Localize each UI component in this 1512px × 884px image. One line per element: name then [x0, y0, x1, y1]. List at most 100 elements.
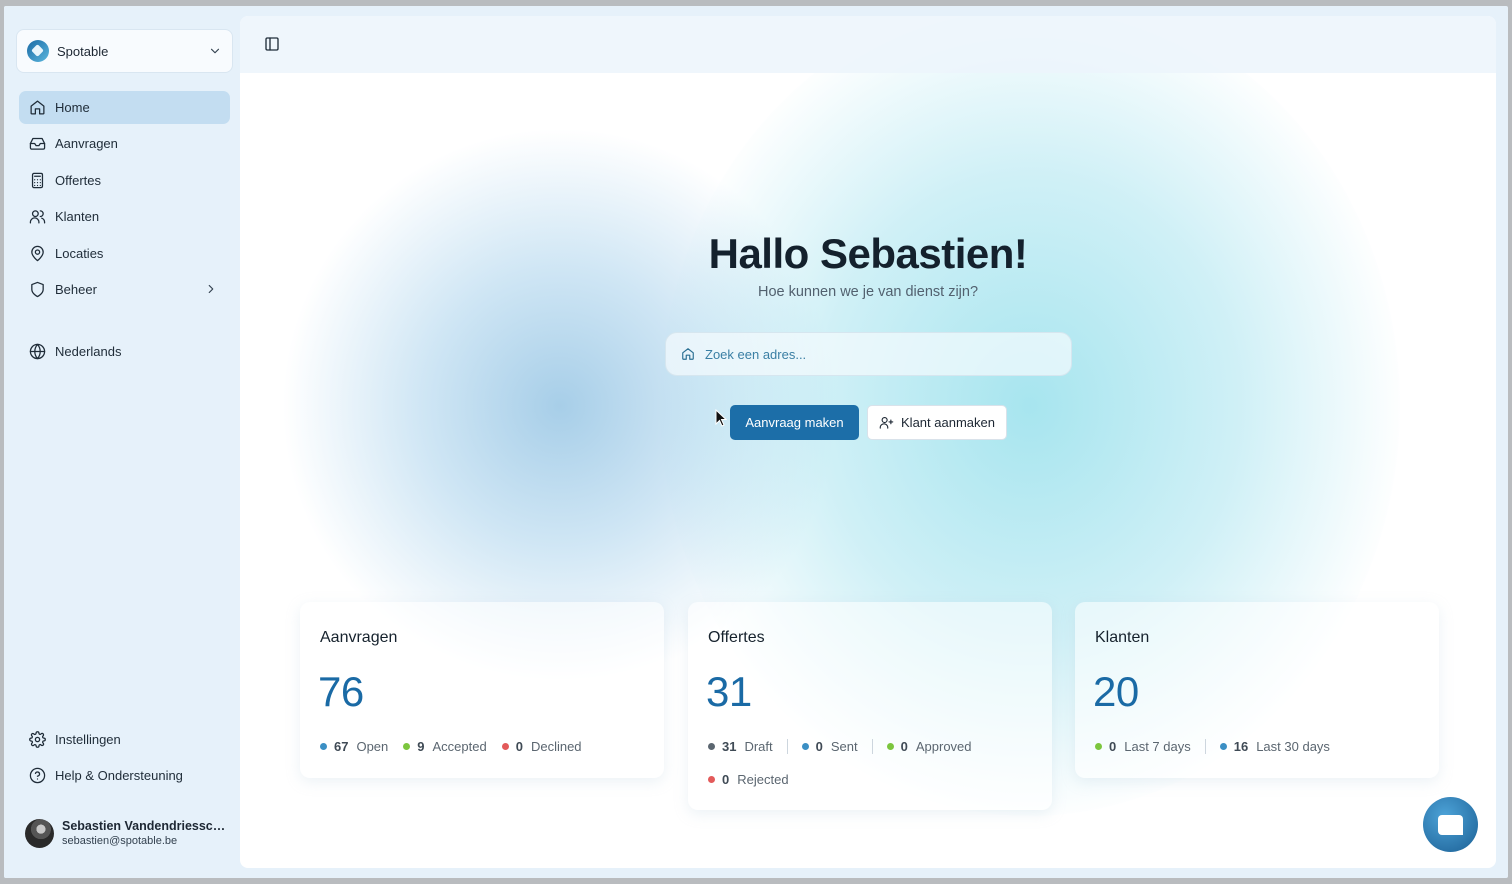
- shield-icon: [31, 281, 44, 298]
- stat-count: 0: [722, 772, 730, 787]
- sidebar-toggle-icon[interactable]: [264, 36, 280, 52]
- sidebar-item-label: Klanten: [55, 209, 100, 225]
- stat-label: Declined: [530, 739, 582, 754]
- stat-count: 0: [815, 739, 823, 754]
- calculator-icon: [31, 172, 44, 189]
- create-client-button[interactable]: Klant aanmaken: [867, 405, 1007, 440]
- sidebar-item-label: Offertes: [55, 172, 102, 188]
- sidebar: Spotable Home Aanvragen Offertes Klanten: [4, 6, 240, 878]
- stat-card-klanten[interactable]: Klanten 20 0 Last 7 days 16 Last 30 days: [1075, 602, 1439, 778]
- card-stats: 67 Open 9 Accepted 0 Declined: [320, 739, 654, 754]
- sidebar-item-offertes[interactable]: Offertes: [19, 164, 230, 197]
- sidebar-item-label: Help & Ondersteuning: [55, 768, 183, 784]
- card-stats: 31 Draft 0 Sent 0 Approved 0 Rejected: [708, 739, 1042, 787]
- mouse-cursor-icon: [715, 409, 727, 427]
- user-profile[interactable]: Sebastien Vandendriessche sebastien@spot…: [25, 816, 230, 850]
- stat-label: Rejected: [737, 772, 789, 787]
- stat-label: Last 7 days: [1124, 739, 1191, 754]
- home-icon: [682, 348, 694, 360]
- stat-last-30-days: 16 Last 30 days: [1219, 739, 1330, 754]
- status-dot: [708, 743, 715, 750]
- help-circle-icon: [29, 768, 46, 784]
- globe-icon: [29, 343, 46, 360]
- gear-icon: [29, 731, 46, 748]
- status-dot: [320, 743, 327, 750]
- sidebar-item-label: Locaties: [55, 245, 104, 261]
- team-name: Spotable: [57, 43, 109, 59]
- card-value: 76: [318, 668, 364, 715]
- card-title: Aanvragen: [320, 629, 398, 646]
- language-selector[interactable]: Nederlands: [19, 335, 230, 368]
- create-request-button[interactable]: Aanvraag maken: [730, 405, 859, 440]
- status-dot: [403, 743, 411, 750]
- chat-bubble-icon: [1438, 814, 1463, 835]
- stat-label: Accepted: [432, 739, 487, 754]
- stat-count: 0: [1109, 739, 1117, 754]
- sidebar-item-klanten[interactable]: Klanten: [19, 200, 230, 233]
- sidebar-item-help[interactable]: Help & Ondersteuning: [19, 759, 230, 792]
- team-switcher[interactable]: Spotable: [16, 29, 233, 73]
- user-plus-icon: [879, 416, 894, 429]
- chat-support-button[interactable]: [1423, 797, 1478, 852]
- stat-open: 67 Open: [320, 739, 388, 754]
- map-pin-icon: [31, 245, 44, 261]
- user-email: sebastien@spotable.be: [62, 835, 178, 847]
- sidebar-item-label: Aanvragen: [55, 136, 118, 152]
- stat-sent: 0 Sent: [801, 739, 873, 754]
- stat-count: 0: [515, 739, 523, 754]
- stat-rejected: 0 Rejected: [708, 772, 789, 787]
- chevron-right-icon: [208, 285, 214, 294]
- stat-accepted: 9 Accepted: [403, 739, 487, 754]
- stat-approved: 0 Approved: [886, 739, 972, 754]
- stat-count: 67: [334, 739, 349, 754]
- stat-count: 31: [722, 739, 737, 754]
- status-dot: [501, 743, 509, 750]
- app-window: Spotable Home Aanvragen Offertes Klanten: [4, 6, 1508, 878]
- sidebar-item-settings[interactable]: Instellingen: [19, 723, 230, 756]
- sidebar-item-beheer[interactable]: Beheer: [19, 273, 230, 306]
- stat-label: Approved: [915, 739, 972, 754]
- stat-card-aanvragen[interactable]: Aanvragen 76 67 Open 9 Accepted 0 Declin…: [300, 602, 664, 778]
- inbox-icon: [29, 138, 46, 151]
- user-name: Sebastien Vandendriessche: [62, 819, 227, 833]
- sidebar-item-aanvragen[interactable]: Aanvragen: [19, 127, 230, 160]
- status-dot: [886, 743, 894, 750]
- chevron-down-icon: [210, 48, 220, 54]
- stat-count: 16: [1233, 739, 1249, 754]
- card-value: 31: [706, 668, 752, 715]
- stat-draft: 31 Draft: [708, 739, 788, 754]
- create-client-label: Klant aanmaken: [901, 415, 995, 430]
- sidebar-item-label: Home: [55, 100, 90, 115]
- stat-declined: 0 Declined: [501, 739, 582, 754]
- stat-last-7-days: 0 Last 7 days: [1095, 739, 1206, 754]
- status-dot: [708, 776, 715, 783]
- users-icon: [29, 210, 46, 224]
- stat-label: Open: [356, 739, 389, 754]
- search-input[interactable]: [705, 346, 1045, 362]
- address-search[interactable]: [665, 332, 1072, 376]
- card-value: 20: [1093, 668, 1139, 715]
- main-nav: Home Aanvragen Offertes Klanten Locaties…: [19, 91, 230, 309]
- user-info: Sebastien Vandendriessche sebastien@spot…: [62, 819, 227, 847]
- stat-label: Sent: [830, 739, 858, 754]
- bottom-nav: Instellingen Help & Ondersteuning: [19, 723, 230, 796]
- home-icon: [30, 100, 45, 115]
- status-dot: [801, 743, 809, 750]
- sidebar-item-locaties[interactable]: Locaties: [19, 237, 230, 270]
- page-subtitle: Hoe kunnen we je van dienst zijn?: [757, 284, 979, 300]
- page-title: Hallo Sebastien!: [708, 230, 1028, 277]
- language-label: Nederlands: [55, 344, 122, 359]
- status-dot: [1095, 743, 1102, 750]
- card-title: Klanten: [1095, 629, 1150, 646]
- stat-card-offertes[interactable]: Offertes 31 31 Draft 0 Sent 0 Approved 0…: [688, 602, 1052, 810]
- sidebar-item-label: Instellingen: [55, 732, 121, 747]
- stat-count: 9: [417, 739, 425, 754]
- sidebar-item-home[interactable]: Home: [19, 91, 230, 124]
- language-section: Nederlands: [19, 335, 230, 371]
- stat-label: Draft: [744, 739, 773, 754]
- sidebar-item-label: Beheer: [55, 281, 97, 297]
- top-bar: [240, 16, 1496, 73]
- spotable-logo-icon: [27, 40, 49, 62]
- stat-label: Last 30 days: [1256, 739, 1330, 754]
- status-dot: [1219, 743, 1227, 750]
